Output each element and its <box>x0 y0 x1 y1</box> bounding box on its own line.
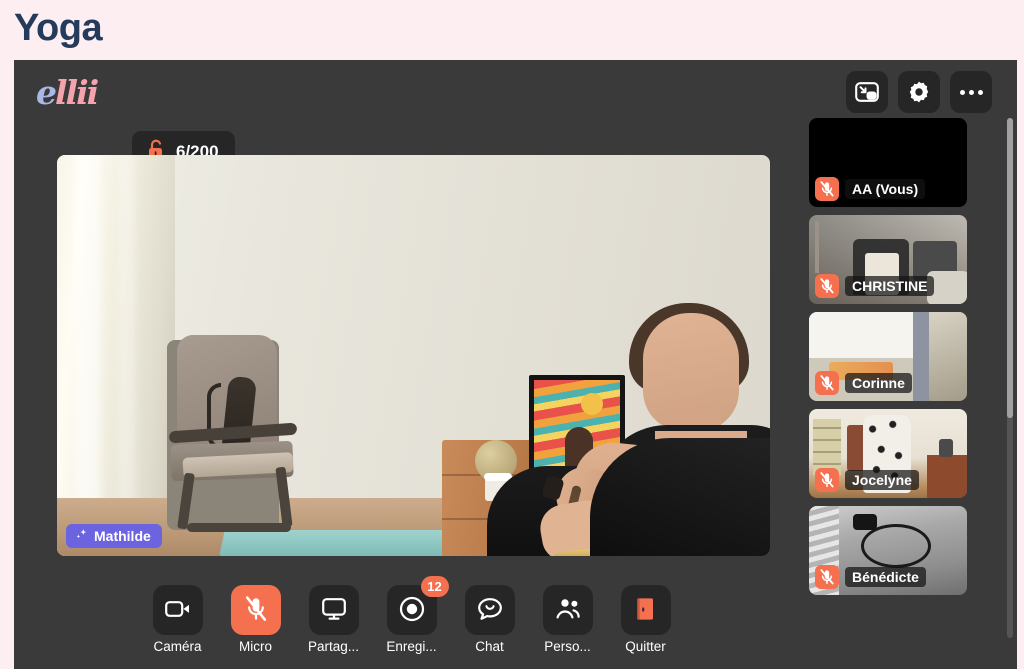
leave-button-surface <box>620 585 671 635</box>
sparkle-icon <box>75 528 88 544</box>
logo-letters-rest: llii <box>55 72 99 112</box>
participant-label: Jocelyne <box>815 468 919 492</box>
participant-label: CHRISTINE <box>815 274 935 298</box>
participant-name: Bénédicte <box>845 567 926 587</box>
picture-in-picture-icon <box>855 82 879 102</box>
rail-scrollbar[interactable] <box>1007 118 1013 638</box>
microphone-button-surface <box>230 585 281 635</box>
speaker-name: Mathilde <box>94 528 151 544</box>
share-screen-button-surface <box>308 585 359 635</box>
share-screen-button[interactable]: Partag... <box>303 585 365 654</box>
camera-button-surface <box>152 585 203 635</box>
topbar-actions <box>846 71 992 113</box>
microphone-button-label: Micro <box>239 639 272 654</box>
video-scene <box>57 155 770 556</box>
people-icon <box>554 597 582 624</box>
gear-icon <box>907 80 931 104</box>
record-button-surface: 12 <box>386 576 449 635</box>
participant-label: Corinne <box>815 371 912 395</box>
participant-thumbnail-rail: AA (Vous) CHRISTINE Corinne Jocelyne Bén… <box>809 118 969 638</box>
chat-button-label: Chat <box>475 639 504 654</box>
mic-off-icon <box>815 565 839 589</box>
speaker-name-badge: Mathilde <box>66 524 162 548</box>
more-options-button[interactable] <box>950 71 992 113</box>
participant-thumbnail-christine[interactable]: CHRISTINE <box>809 215 967 304</box>
meeting-topbar: ellii 6/200 <box>14 60 1017 173</box>
record-button-label: Enregi... <box>386 639 437 654</box>
record-count-badge: 12 <box>420 576 449 597</box>
participant-name: AA (Vous) <box>845 179 926 199</box>
mic-off-icon <box>815 468 839 492</box>
participants-button-surface <box>542 585 593 635</box>
page-title: Yoga <box>14 7 103 49</box>
chat-button-surface <box>464 585 515 635</box>
leave-door-icon <box>634 596 658 625</box>
share-screen-button-label: Partag... <box>307 639 360 654</box>
participant-thumbnail-jocelyne[interactable]: Jocelyne <box>809 409 967 498</box>
participant-thumbnail-benedicte[interactable]: Bénédicte <box>809 506 967 595</box>
record-button[interactable]: 12 Enregi... <box>381 576 449 654</box>
participant-label: Bénédicte <box>815 565 926 589</box>
screen-share-icon <box>321 597 347 624</box>
mic-off-icon <box>245 595 267 625</box>
camera-button[interactable]: Caméra <box>147 585 209 654</box>
participant-thumbnail-self[interactable]: AA (Vous) <box>809 118 967 207</box>
mic-off-icon <box>815 371 839 395</box>
meeting-toolbar: Caméra Micro Partag... 12 Enregi... Chat… <box>14 576 809 669</box>
meeting-window: ellii 6/200 Mathilde AA (Vous) CHRISTINE… <box>14 60 1017 669</box>
participants-button-label: Perso... <box>544 639 591 654</box>
mic-off-icon <box>815 177 839 201</box>
participant-name: Corinne <box>845 373 912 393</box>
chat-bubble-icon <box>477 597 503 624</box>
participant-name: Jocelyne <box>845 470 919 490</box>
leave-button-label: Quitter <box>625 639 666 654</box>
leave-button[interactable]: Quitter <box>615 585 677 654</box>
microphone-button[interactable]: Micro <box>225 585 287 654</box>
participants-button[interactable]: Perso... <box>537 585 599 654</box>
video-camera-icon <box>164 600 191 621</box>
chat-button[interactable]: Chat <box>459 585 521 654</box>
camera-button-label: Caméra <box>153 639 202 654</box>
settings-button[interactable] <box>898 71 940 113</box>
picture-in-picture-button[interactable] <box>846 71 888 113</box>
logo-letter-e: e <box>36 72 57 112</box>
active-speaker-video[interactable]: Mathilde <box>57 155 770 556</box>
participant-label: AA (Vous) <box>815 177 926 201</box>
mic-off-icon <box>815 274 839 298</box>
participant-thumbnail-corinne[interactable]: Corinne <box>809 312 967 401</box>
record-icon <box>399 596 425 625</box>
participant-name: CHRISTINE <box>845 276 935 296</box>
ellipsis-icon <box>959 89 983 95</box>
ellii-logo[interactable]: ellii <box>36 70 114 114</box>
